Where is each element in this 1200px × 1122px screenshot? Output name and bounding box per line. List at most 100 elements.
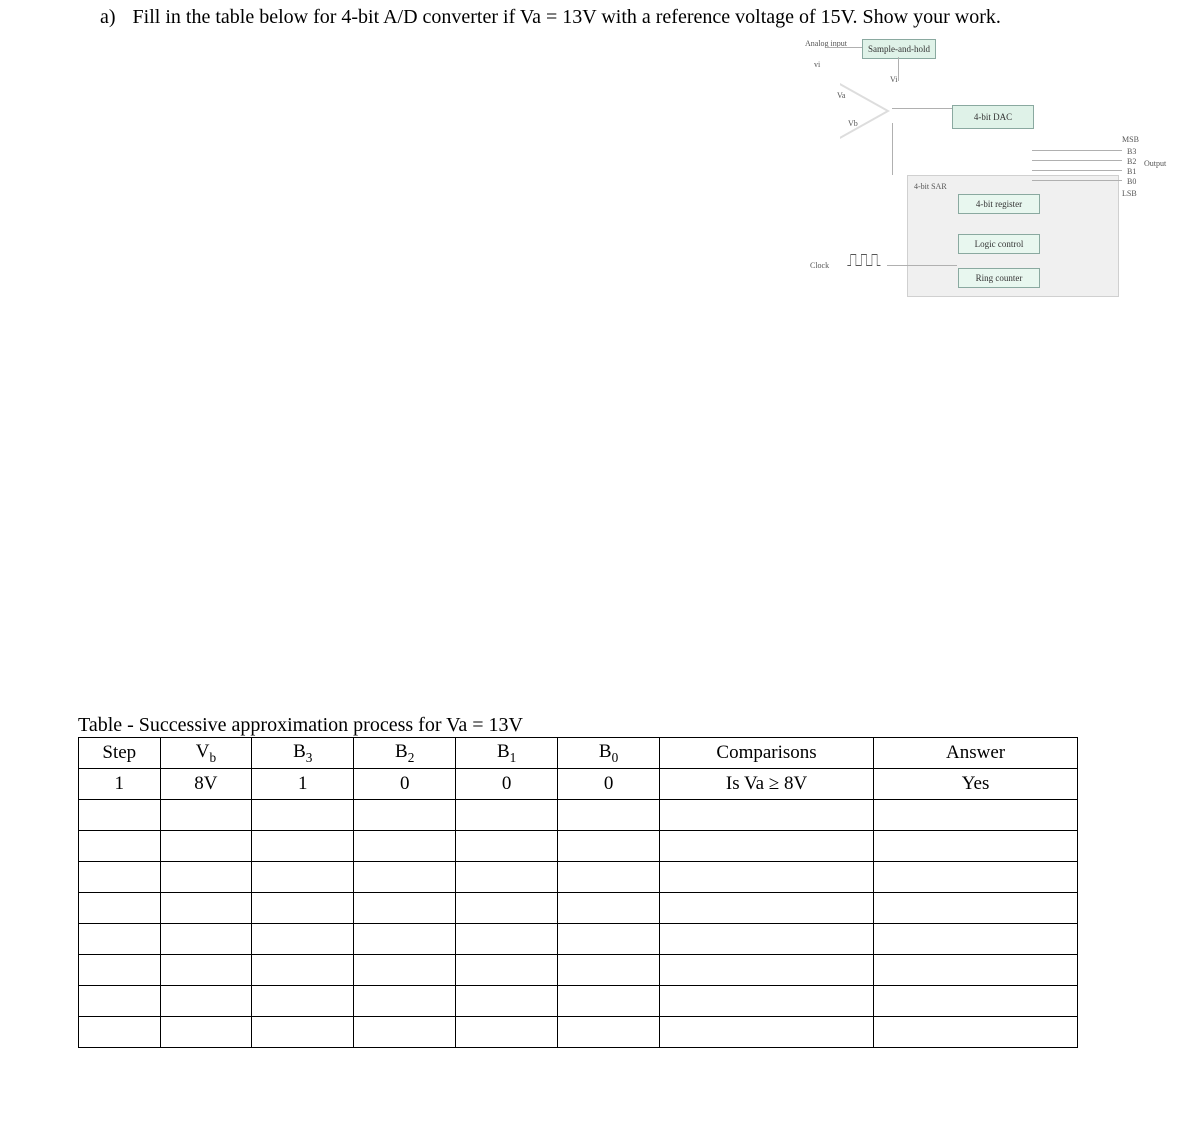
- cell-b3: [252, 862, 354, 893]
- cell-step: [79, 862, 161, 893]
- cell-ans: [874, 986, 1078, 1017]
- cell-comp: [660, 1017, 874, 1048]
- table-row: [79, 862, 1078, 893]
- cell-step: [79, 986, 161, 1017]
- cell-step: 1: [79, 769, 161, 800]
- table-header-row: Step Vb B3 B2 B1 B0 Comparisons Answer: [79, 738, 1078, 769]
- cell-b1: [456, 986, 558, 1017]
- cell-b0: [558, 862, 660, 893]
- cell-step: [79, 831, 161, 862]
- cell-vb: [160, 862, 252, 893]
- comparator-vb: Vb: [848, 119, 858, 128]
- cell-comp: [660, 831, 874, 862]
- cell-comp: [660, 800, 874, 831]
- table-row: [79, 1017, 1078, 1048]
- col-b0: B0: [558, 738, 660, 769]
- cell-b3: [252, 986, 354, 1017]
- cell-b3: [252, 1017, 354, 1048]
- cell-b2: [354, 955, 456, 986]
- ring-label: Ring counter: [976, 273, 1023, 283]
- col-ans: Answer: [874, 738, 1078, 769]
- question-marker: a): [100, 6, 116, 29]
- table-row: [79, 986, 1078, 1017]
- question-text: a) Fill in the table below for 4-bit A/D…: [100, 6, 1140, 29]
- comparator-va: Va: [837, 91, 845, 100]
- cell-comp: [660, 924, 874, 955]
- dac-box: 4-bit DAC: [952, 105, 1034, 129]
- cell-b1: 0: [456, 769, 558, 800]
- col-b1: B1: [456, 738, 558, 769]
- bit-b2: B2: [1127, 157, 1136, 166]
- cell-ans: [874, 800, 1078, 831]
- cell-comp: [660, 893, 874, 924]
- cell-b1: [456, 924, 558, 955]
- col-comp: Comparisons: [660, 738, 874, 769]
- sar-table: Step Vb B3 B2 B1 B0 Comparisons Answer 1…: [78, 737, 1078, 1048]
- sar-label: 4-bit SAR: [914, 182, 947, 191]
- cell-b3: [252, 893, 354, 924]
- cell-b2: [354, 862, 456, 893]
- cell-b3: [252, 831, 354, 862]
- table-row: [79, 800, 1078, 831]
- cell-vb: 8V: [160, 769, 252, 800]
- cell-comp: [660, 955, 874, 986]
- cell-b2: [354, 800, 456, 831]
- ring-box: Ring counter: [958, 268, 1040, 288]
- table-row: [79, 831, 1078, 862]
- logic-box: Logic control: [958, 234, 1040, 254]
- register-label: 4-bit register: [976, 199, 1022, 209]
- cell-comp: [660, 986, 874, 1017]
- cell-ans: [874, 862, 1078, 893]
- analog-input-symbol: vi: [814, 60, 820, 69]
- cell-vb: [160, 831, 252, 862]
- clock-waveform-icon: ⎍⎍⎍: [847, 250, 879, 271]
- comparator-icon: [840, 83, 890, 139]
- bit-b3: B3: [1127, 147, 1136, 156]
- cell-b0: [558, 1017, 660, 1048]
- question-body: Fill in the table below for 4-bit A/D co…: [133, 6, 1001, 28]
- cell-b2: 0: [354, 769, 456, 800]
- cell-vb: [160, 955, 252, 986]
- cell-step: [79, 893, 161, 924]
- col-step: Step: [79, 738, 161, 769]
- cell-b1: [456, 800, 558, 831]
- cell-b1: [456, 1017, 558, 1048]
- cell-ans: [874, 1017, 1078, 1048]
- clock-label: Clock: [810, 261, 829, 270]
- table-caption: Table - Successive approximation process…: [78, 714, 1078, 737]
- cell-vb: [160, 1017, 252, 1048]
- sar-box: 4-bit SAR 4-bit register Logic control R…: [907, 175, 1119, 297]
- cell-step: [79, 955, 161, 986]
- cell-ans: [874, 924, 1078, 955]
- cell-b3: [252, 800, 354, 831]
- comparator-top: Vi: [890, 75, 898, 84]
- block-diagram: Analog input vi Sample-and-hold Vi Va Vb…: [792, 35, 1172, 325]
- cell-ans: [874, 955, 1078, 986]
- cell-b0: [558, 831, 660, 862]
- lsb-label: LSB: [1122, 189, 1137, 198]
- table-row: [79, 955, 1078, 986]
- cell-step: [79, 800, 161, 831]
- cell-b2: [354, 831, 456, 862]
- cell-ans: [874, 831, 1078, 862]
- cell-b1: [456, 955, 558, 986]
- cell-b0: [558, 955, 660, 986]
- cell-b1: [456, 831, 558, 862]
- cell-b3: [252, 955, 354, 986]
- cell-b0: [558, 986, 660, 1017]
- cell-ans: [874, 893, 1078, 924]
- sample-and-hold-label: Sample-and-hold: [868, 44, 930, 54]
- cell-ans: Yes: [874, 769, 1078, 800]
- col-vb: Vb: [160, 738, 252, 769]
- msb-label: MSB: [1122, 135, 1139, 144]
- cell-b2: [354, 924, 456, 955]
- cell-vb: [160, 924, 252, 955]
- output-label: Output: [1144, 159, 1166, 168]
- register-box: 4-bit register: [958, 194, 1040, 214]
- cell-b1: [456, 862, 558, 893]
- cell-b2: [354, 1017, 456, 1048]
- cell-b0: [558, 924, 660, 955]
- cell-vb: [160, 986, 252, 1017]
- cell-b3: 1: [252, 769, 354, 800]
- cell-b1: [456, 893, 558, 924]
